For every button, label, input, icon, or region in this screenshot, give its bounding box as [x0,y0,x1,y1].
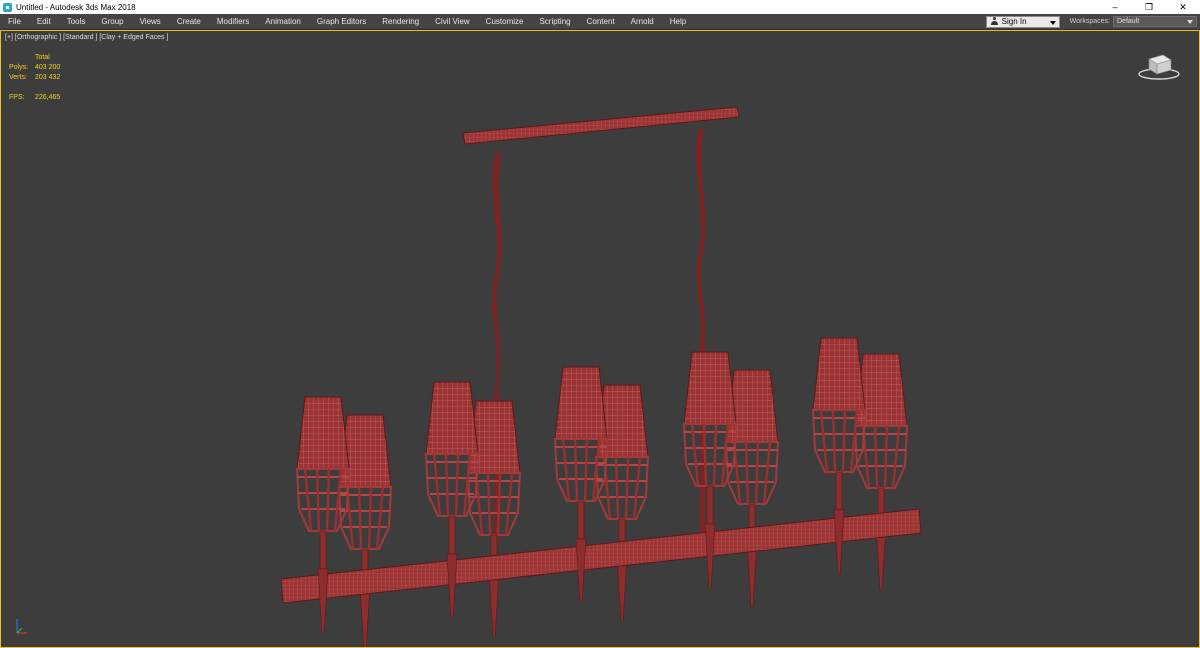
chandelier-model[interactable] [1,31,1199,647]
user-icon [990,17,999,26]
polys-label: Polys: [9,64,29,71]
fps-label: FPS: [9,94,25,101]
chevron-down-icon [1187,20,1193,24]
polys-value: 403 200 [35,64,61,71]
verts-label: Verts: [9,74,27,81]
menu-graph-editors[interactable]: Graph Editors [309,14,374,29]
stats-header: Total [35,54,50,61]
verts-value: 203 432 [35,74,61,81]
menu-rendering[interactable]: Rendering [374,14,427,29]
fps-value: 226,465 [35,94,61,101]
viewcube-icon[interactable] [1137,49,1181,83]
menu-civil-view[interactable]: Civil View [427,14,478,29]
menu-views[interactable]: Views [132,14,169,29]
axis-tripod-icon [16,619,27,634]
title-bar: Untitled - Autodesk 3ds Max 2018 – ❐ ✕ [0,0,1200,14]
window-title: Untitled - Autodesk 3ds Max 2018 [16,2,136,12]
workspaces-label: Workspaces: [1069,18,1110,25]
workspace-select[interactable]: Default [1113,16,1197,27]
viewport-label[interactable]: [+] [Orthographic ] [Standard ] [Clay + … [5,34,168,41]
menu-bar: File Edit Tools Group Views Create Modif… [0,14,1200,30]
menu-scripting[interactable]: Scripting [531,14,578,29]
orthographic-viewport[interactable]: [+] [Orthographic ] [Standard ] [Clay + … [0,30,1200,648]
app-icon [3,2,12,12]
minimize-button[interactable]: – [1098,0,1132,14]
menu-arnold[interactable]: Arnold [623,14,662,29]
menu-customize[interactable]: Customize [478,14,532,29]
chevron-down-icon [1049,20,1056,25]
menu-tools[interactable]: Tools [59,14,94,29]
menu-content[interactable]: Content [579,14,623,29]
menu-help[interactable]: Help [662,14,694,29]
sign-in-dropdown[interactable]: Sign In [985,15,1060,28]
menu-file[interactable]: File [0,14,29,29]
menu-modifiers[interactable]: Modifiers [209,14,257,29]
menu-edit[interactable]: Edit [29,14,59,29]
menu-animation[interactable]: Animation [257,14,309,29]
close-button[interactable]: ✕ [1166,0,1200,14]
stats-overlay: Total Polys: 403 200 Verts: 203 432 FPS: 22… [9,53,60,103]
workspace-value: Default [1117,18,1140,25]
menu-group[interactable]: Group [93,14,131,29]
restore-button[interactable]: ❐ [1132,0,1166,14]
menu-right-group: Sign In Workspaces: Default [985,14,1200,29]
window-controls: – ❐ ✕ [1098,0,1200,14]
menu-create[interactable]: Create [169,14,209,29]
sign-in-label: Sign In [1001,17,1027,26]
